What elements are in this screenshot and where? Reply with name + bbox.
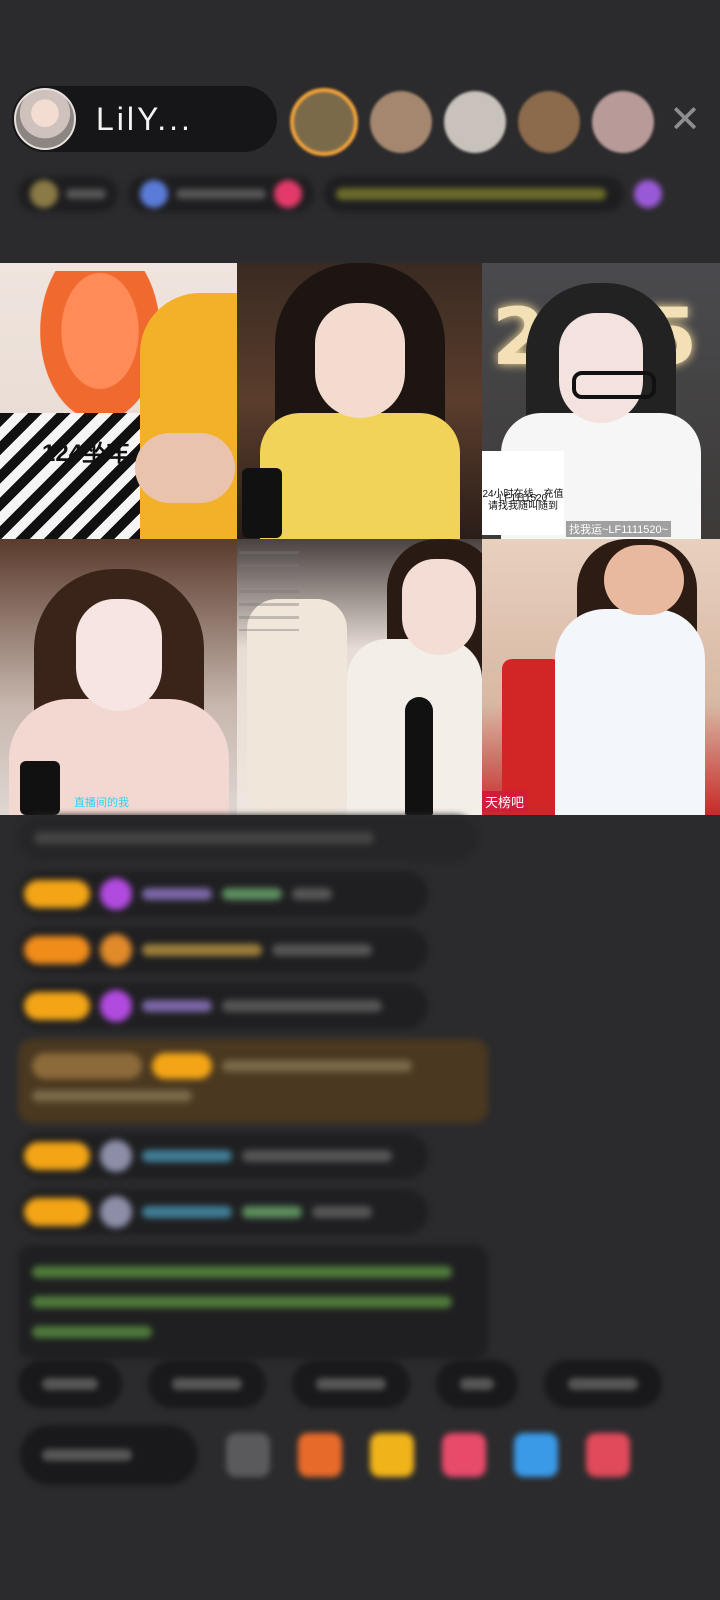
video-tile[interactable]: 直播间的我: [0, 539, 237, 815]
tile-caption: 找我运~LF1111520~: [566, 521, 672, 537]
video-tile[interactable]: 124坐车: [0, 263, 237, 539]
host-name: LilY...: [96, 100, 193, 137]
viewer-avatar[interactable]: [444, 91, 506, 153]
heart-gift-icon[interactable]: [442, 1433, 486, 1477]
popularity-chip[interactable]: [128, 176, 314, 212]
rank-chip[interactable]: [18, 176, 118, 212]
streamer-face: [603, 545, 684, 615]
menu-icon[interactable]: [586, 1433, 630, 1477]
streamer-body: [259, 413, 460, 539]
viewer-avatar-list: [290, 88, 654, 156]
video-tile[interactable]: [237, 539, 482, 815]
host-avatar[interactable]: [14, 88, 76, 150]
comment-input[interactable]: [20, 1425, 198, 1485]
tile-caption: 124坐车: [42, 440, 131, 467]
viewer-avatar[interactable]: [370, 91, 432, 153]
bottom-toolbar: [20, 1422, 710, 1488]
chat-message: [18, 1189, 428, 1235]
status-bar: [18, 172, 704, 216]
video-tile[interactable]: 天榜吧: [482, 539, 720, 815]
heart-icon: [274, 180, 302, 208]
quick-reply-bar: [18, 1360, 662, 1408]
close-icon[interactable]: ✕: [665, 100, 705, 140]
avatar-icon: [100, 1140, 132, 1172]
system-notice: [18, 1245, 488, 1359]
avatar-icon: [100, 1196, 132, 1228]
game-icon[interactable]: [514, 1433, 558, 1477]
streamer-face: [314, 303, 405, 418]
glasses: [572, 371, 656, 399]
chat-message: [18, 1133, 428, 1179]
chat-message: [18, 871, 428, 917]
shop-icon[interactable]: [298, 1433, 342, 1477]
level-badge: [24, 880, 90, 908]
chat-message: [18, 815, 478, 861]
video-tile[interactable]: 2025 LF1111520 24小时在线，充值请找我随叫随到 找我运~LF11…: [482, 263, 720, 539]
tile-chat-overlay: [239, 541, 299, 631]
chair: [247, 599, 347, 815]
quick-reply-button[interactable]: [148, 1360, 266, 1408]
emoji-icon[interactable]: [226, 1433, 270, 1477]
streamer-face: [559, 313, 643, 423]
level-badge: [24, 936, 90, 964]
streamer-face: [402, 559, 476, 655]
announcement-chip[interactable]: [324, 176, 624, 212]
globe-icon: [140, 180, 168, 208]
streamer-body: [554, 609, 705, 815]
tile-caption: 直播间的我: [74, 797, 129, 809]
multi-guest-video-grid: 124坐车 2025 LF1111520 24小时在线，充值请找我随叫随到 找我…: [0, 263, 720, 815]
quick-reply-button[interactable]: [436, 1360, 518, 1408]
highlight-message: [18, 1039, 488, 1123]
service-card-id: LF1111520: [498, 493, 548, 504]
gem-icon: [100, 878, 132, 910]
viewer-avatar[interactable]: [592, 91, 654, 153]
microphone-icon: [405, 697, 433, 815]
chat-list[interactable]: [18, 815, 488, 1369]
quick-reply-button[interactable]: [544, 1360, 662, 1408]
rank-icon: [30, 180, 58, 208]
level-badge: [24, 992, 90, 1020]
gift-icon[interactable]: [634, 180, 662, 208]
microphone-icon: [20, 761, 60, 815]
gift-box-icon[interactable]: [370, 1433, 414, 1477]
tile-caption: 天榜吧: [482, 791, 528, 812]
flame-icon: [100, 934, 132, 966]
gem-icon: [100, 990, 132, 1022]
chat-message: [18, 983, 428, 1029]
service-card: LF1111520 24小时在线，充值请找我随叫随到: [482, 451, 564, 535]
microphone-icon: [242, 468, 282, 538]
viewer-avatar[interactable]: [518, 91, 580, 153]
quick-reply-button[interactable]: [18, 1360, 122, 1408]
streamer-arm: [135, 433, 235, 503]
level-badge: [24, 1198, 90, 1226]
host-info-pill[interactable]: LilY...: [12, 86, 277, 152]
viewer-avatar[interactable]: [290, 88, 358, 156]
streamer-face: [75, 599, 162, 711]
level-badge: [24, 1142, 90, 1170]
video-tile[interactable]: [237, 263, 482, 539]
chat-message: [18, 927, 428, 973]
quick-reply-button[interactable]: [292, 1360, 410, 1408]
